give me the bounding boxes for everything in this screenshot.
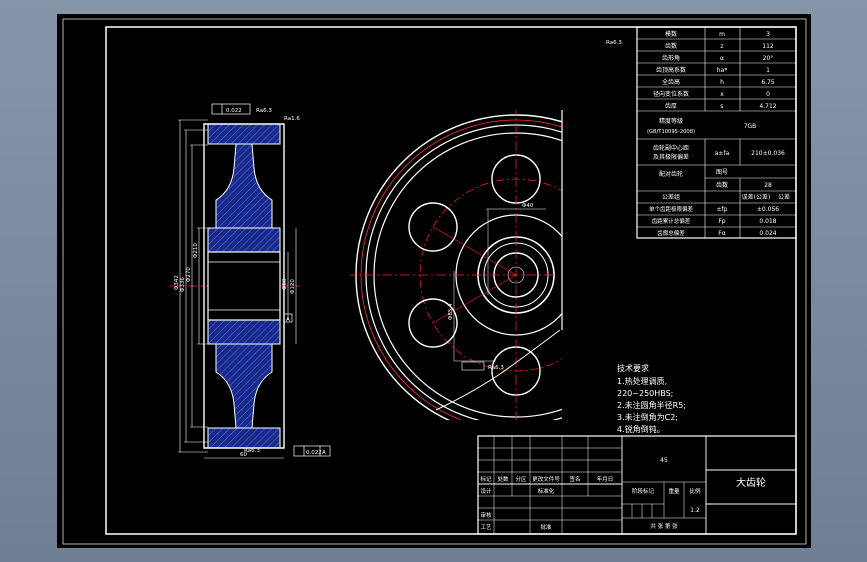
drawing-canvas[interactable] bbox=[57, 14, 811, 548]
pair-gear-code: 图号 bbox=[716, 169, 728, 176]
center-distance-label-1: 齿轮副中心距 bbox=[653, 144, 689, 152]
precision-standard: (GB/T10095-2008) bbox=[647, 129, 695, 135]
precision-label: 精度等级 bbox=[659, 117, 683, 125]
title-standardize: 标准化 bbox=[538, 487, 555, 495]
param-value-5: 0 bbox=[766, 91, 770, 98]
roughness-front: Ra6.3 bbox=[488, 365, 504, 371]
param-value-2: 20° bbox=[763, 55, 774, 62]
param-value-4: 6.75 bbox=[761, 79, 775, 86]
cumulative-pitch-symbol: Fp bbox=[718, 218, 725, 225]
cumulative-pitch-label: 齿距累计总偏差 bbox=[652, 217, 691, 225]
center-distance-label-2: 及其极限偏差 bbox=[653, 153, 689, 161]
pair-gear-label: 配对齿轮 bbox=[659, 170, 683, 178]
dim-keyway: Φ85.4 bbox=[448, 303, 454, 320]
title-scale: 1:2 bbox=[690, 507, 700, 514]
dim-hub-diameter: Φ120 bbox=[290, 279, 296, 294]
title-scale-label: 比例 bbox=[689, 487, 701, 495]
dim-hole: Φ40 bbox=[522, 203, 534, 209]
cad-drawing-window: Φ342 Φ336 Φ270 Φ210 Φ80 Φ120 60 0.022 0.… bbox=[57, 14, 811, 548]
param-value-0: 3 bbox=[766, 31, 770, 38]
title-part-name: 大齿轮 bbox=[736, 476, 766, 489]
title-material: 45 bbox=[660, 457, 668, 464]
tech-note-2: 220~250HBS; bbox=[617, 389, 673, 398]
param-symbol-0: m bbox=[719, 31, 725, 38]
title-h-date: 年月日 bbox=[597, 475, 614, 483]
tolerance-value-top: 0.022 bbox=[226, 108, 242, 114]
tolerance-value-bottom: 0.022 bbox=[306, 450, 322, 456]
tolerance-group-label: 公差组 bbox=[662, 193, 680, 201]
title-h-sign: 标记 bbox=[480, 475, 492, 483]
cumulative-pitch-value: 0.018 bbox=[759, 218, 776, 225]
roughness-top-right: Ra6.3 bbox=[606, 40, 622, 46]
dim-bore-diameter: Φ80 bbox=[282, 278, 288, 290]
param-label-4: 全齿高 bbox=[662, 78, 680, 86]
title-review: 审核 bbox=[480, 511, 492, 519]
title-weight-label: 重量 bbox=[668, 487, 680, 495]
pair-gear-teeth-label: 齿数 bbox=[716, 181, 728, 189]
param-value-1: 112 bbox=[762, 43, 774, 50]
title-sheet: 共 张 第 张 bbox=[650, 522, 678, 530]
roughness-bottom: Ra6.3 bbox=[244, 448, 260, 454]
roughness-side: Ra1.6 bbox=[284, 116, 300, 122]
profile-deviation-label: 齿廓总偏差 bbox=[657, 229, 685, 237]
param-symbol-6: s bbox=[720, 103, 723, 110]
title-h-count: 处数 bbox=[497, 475, 509, 483]
title-design: 设计 bbox=[480, 487, 492, 495]
param-value-6: 4.712 bbox=[759, 103, 776, 110]
tech-note-3: 2.未注圆角半径R5; bbox=[617, 400, 686, 410]
param-symbol-1: z bbox=[720, 43, 723, 50]
param-label-0: 模数 bbox=[665, 30, 677, 38]
param-label-5: 径向变位系数 bbox=[653, 90, 689, 98]
roughness-top: Ra6.3 bbox=[256, 108, 272, 114]
tech-note-1: 1.热处理调质, bbox=[617, 376, 667, 386]
param-symbol-4: h bbox=[720, 79, 724, 86]
param-label-3: 齿顶高系数 bbox=[656, 66, 686, 74]
tolerance-group-sub: 误差(公差) bbox=[742, 193, 771, 201]
precision-value: 7GB bbox=[744, 123, 757, 130]
param-symbol-3: ha* bbox=[717, 67, 727, 74]
title-process: 工艺 bbox=[480, 524, 492, 531]
datum-label: A bbox=[286, 317, 290, 323]
tech-note-4: 3.未注倒角为C2; bbox=[617, 412, 678, 422]
center-distance-symbol: a±fa bbox=[715, 150, 730, 157]
tolerance-group-value: 公差 bbox=[778, 193, 790, 201]
tech-note-5: 4.锐角倒钝。 bbox=[617, 424, 665, 434]
tech-notes-title: 技术要求 bbox=[617, 363, 649, 373]
pair-gear-teeth-value: 28 bbox=[764, 182, 772, 189]
title-approve: 批准 bbox=[540, 523, 552, 531]
dim-inner-diameter-1: Φ270 bbox=[186, 267, 192, 282]
center-distance-value: 210±0.036 bbox=[751, 150, 785, 157]
dim-inner-diameter-2: Φ210 bbox=[193, 243, 199, 258]
title-stage-label: 阶段标记 bbox=[632, 487, 655, 495]
pitch-limit-label: 单个齿距极限偏差 bbox=[649, 205, 694, 213]
tolerance-datum-bottom: A bbox=[322, 450, 326, 456]
pitch-limit-value: ±0.056 bbox=[757, 206, 779, 213]
param-label-1: 齿数 bbox=[665, 42, 677, 50]
param-label-2: 齿形角 bbox=[662, 54, 680, 62]
profile-deviation-value: 0.024 bbox=[759, 230, 776, 237]
param-label-6: 齿厚 bbox=[665, 102, 677, 110]
profile-deviation-symbol: Fα bbox=[718, 230, 725, 237]
title-h-zone: 分区 bbox=[515, 475, 527, 483]
title-h-doc: 更改文件号 bbox=[532, 475, 560, 483]
param-symbol-5: x bbox=[720, 91, 724, 98]
param-value-3: 1 bbox=[766, 67, 770, 74]
param-symbol-2: α bbox=[720, 55, 724, 62]
title-h-signature: 签名 bbox=[569, 475, 580, 483]
pitch-limit-symbol: ±fp bbox=[717, 206, 728, 213]
